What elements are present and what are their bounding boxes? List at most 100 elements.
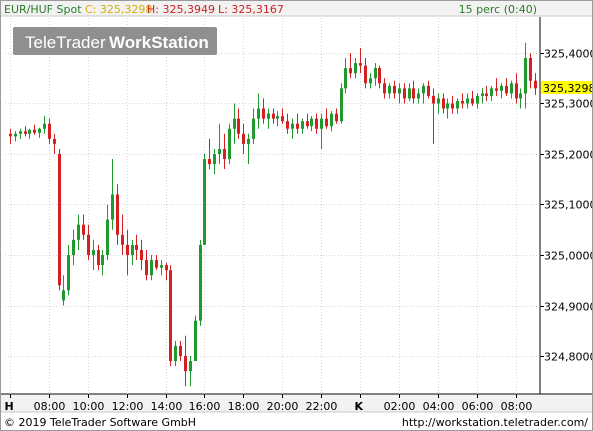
candle — [466, 93, 469, 109]
candle — [306, 113, 309, 129]
grid — [5, 18, 540, 394]
candle — [296, 113, 299, 134]
candle — [228, 123, 231, 165]
x-tick-label: 08:00 — [501, 400, 533, 413]
candle — [14, 131, 17, 142]
candle-body — [417, 93, 420, 99]
candle-body — [87, 234, 90, 255]
candle — [111, 159, 114, 230]
candle — [461, 93, 464, 109]
candle-body — [306, 121, 309, 127]
candle-body — [145, 260, 148, 276]
candle — [106, 204, 109, 261]
candle-body — [43, 123, 46, 129]
y-tick-label: 325,3000 — [544, 98, 592, 111]
candle-body — [14, 133, 17, 137]
candle — [62, 275, 65, 306]
x-day-label: K — [355, 400, 364, 413]
candle-body — [218, 148, 221, 154]
candle — [369, 73, 372, 89]
x-tick-label: 22:00 — [306, 400, 338, 413]
candle-body — [135, 244, 138, 250]
candle — [364, 58, 367, 89]
candle — [252, 108, 255, 144]
candle-body — [481, 93, 484, 96]
candle — [476, 93, 479, 109]
candle-body — [398, 88, 401, 94]
candle-body — [286, 121, 289, 129]
candle-body — [471, 98, 474, 104]
candle-body — [48, 123, 51, 139]
candle-body — [359, 63, 362, 66]
x-tick-label: 10:00 — [73, 400, 105, 413]
candle — [359, 47, 362, 74]
candle-body — [53, 138, 56, 144]
candle-body — [165, 265, 168, 271]
candle-body — [437, 98, 440, 104]
x-tick-label: 14:00 — [151, 400, 183, 413]
interval-label: 15 perc (0:40) — [459, 3, 537, 16]
candle — [320, 113, 323, 149]
y-tick-label: 325,1000 — [544, 199, 592, 212]
candle-body — [510, 83, 513, 94]
candle-body — [427, 85, 430, 96]
candle-body — [534, 80, 537, 89]
candle-body — [233, 118, 236, 129]
candle — [422, 83, 425, 104]
candle-body — [111, 194, 114, 220]
candle-body — [194, 320, 197, 362]
candle-body — [451, 103, 454, 109]
candle-body — [19, 131, 22, 134]
footer-url-link[interactable]: http://workstation.teletrader.com/ — [402, 416, 588, 429]
candle — [242, 123, 245, 154]
candle-body — [58, 154, 61, 286]
logo-brand-text: TeleTrader — [25, 33, 106, 52]
candle — [276, 111, 279, 127]
candle — [28, 128, 31, 139]
candle-body — [28, 129, 31, 134]
x-tick-label: 08:00 — [34, 400, 66, 413]
candle — [87, 224, 90, 261]
candle — [374, 63, 377, 86]
candle — [456, 98, 459, 114]
candle-body — [92, 249, 95, 255]
candle-body — [476, 95, 479, 104]
candle — [131, 239, 134, 266]
candlestick-chart[interactable]: EUR/HUF Spot C: 325,3298 H: 325,3949 L: … — [1, 1, 592, 430]
candle-body — [500, 85, 503, 91]
candle-body — [228, 128, 231, 160]
candle — [257, 93, 260, 129]
candle — [43, 116, 46, 134]
candle — [155, 255, 158, 271]
candle-body — [495, 88, 498, 91]
candle-body — [276, 116, 279, 119]
candle-body — [272, 113, 275, 119]
candle — [237, 108, 240, 139]
candle — [82, 214, 85, 240]
candle-body — [140, 249, 143, 261]
candle-body — [262, 108, 265, 119]
candle — [281, 108, 284, 124]
candle-body — [126, 244, 129, 255]
candle — [223, 133, 226, 170]
candle — [203, 154, 206, 245]
candle — [160, 260, 163, 276]
candle — [505, 78, 508, 96]
candle — [310, 116, 313, 132]
candle-body — [446, 103, 449, 109]
candle-body — [403, 88, 406, 99]
candle-body — [291, 123, 294, 129]
candle — [33, 124, 36, 135]
candle-body — [179, 345, 182, 356]
candle-body — [349, 68, 352, 74]
candle-body — [412, 88, 415, 99]
candle — [145, 249, 148, 281]
x-day-label: H — [5, 400, 14, 413]
candle-body — [388, 85, 391, 94]
candle — [247, 133, 250, 165]
candle-body — [174, 345, 177, 362]
last-price-marker: 325,3298 — [541, 81, 592, 95]
symbol-label: EUR/HUF Spot — [4, 3, 82, 16]
candle — [291, 118, 294, 139]
candle — [451, 95, 454, 114]
